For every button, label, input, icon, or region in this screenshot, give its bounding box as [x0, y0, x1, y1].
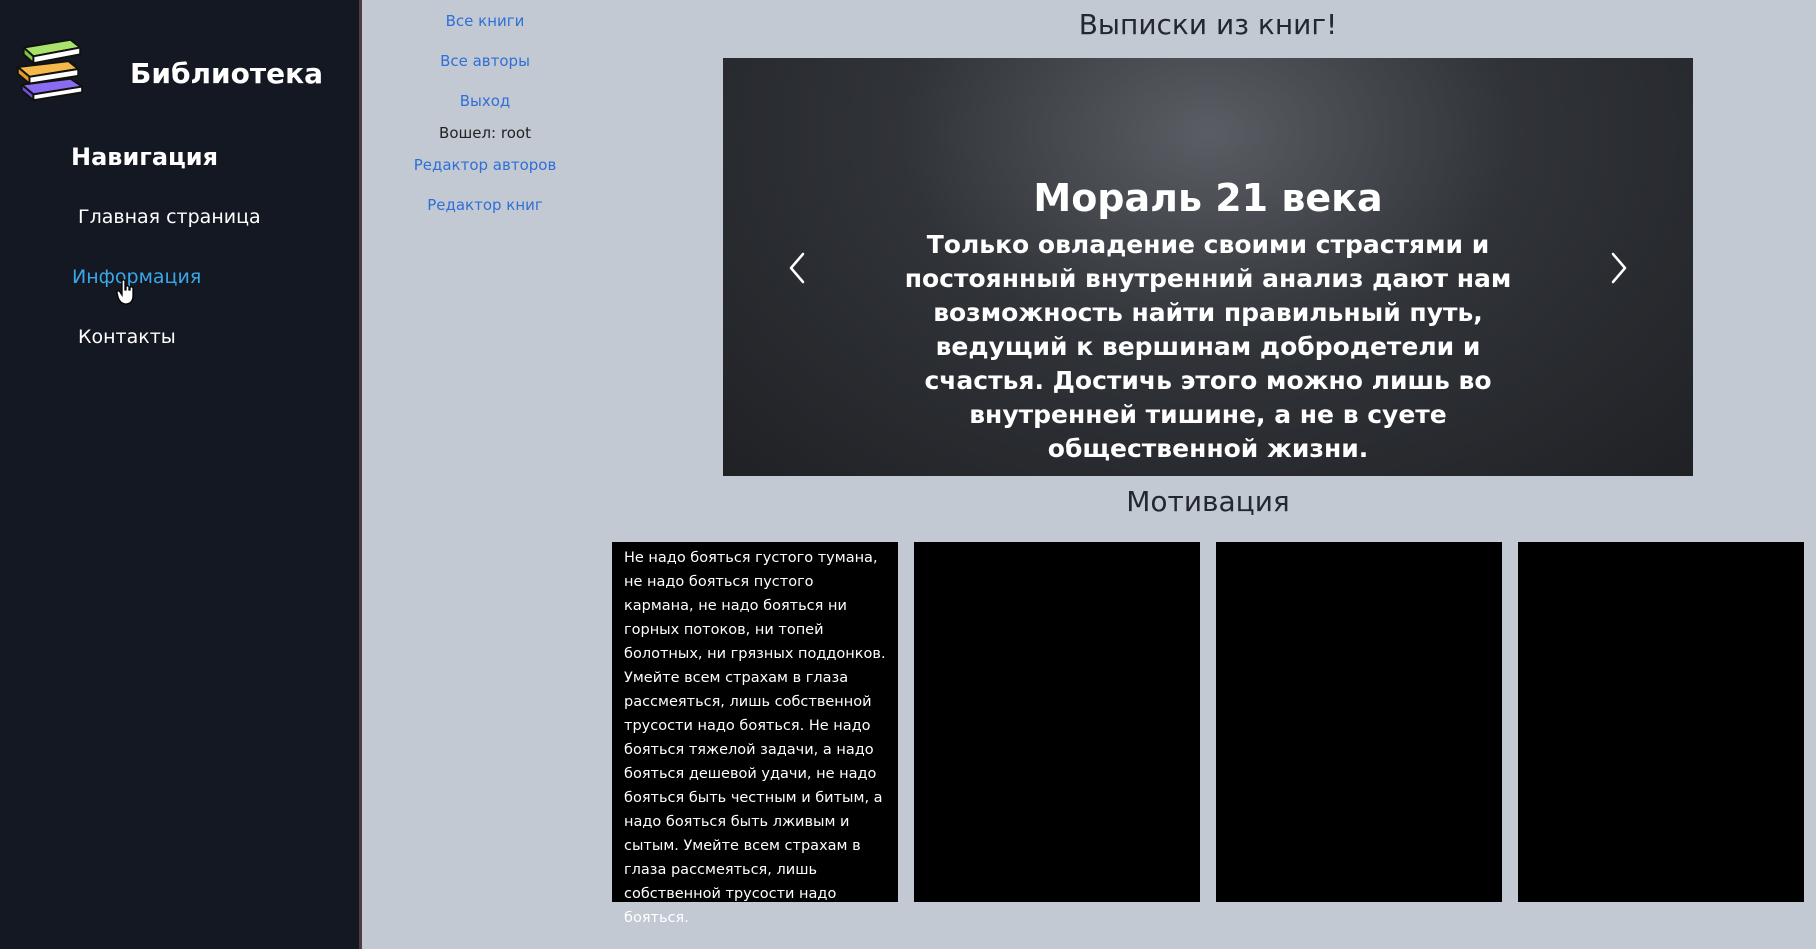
logout-link[interactable]: Выход: [400, 92, 570, 110]
nav-title: Навигация: [71, 143, 219, 171]
all-authors-link[interactable]: Все авторы: [400, 52, 570, 70]
carousel-text: Только овладение своими страстями и пост…: [904, 230, 1512, 463]
page-title: Выписки из книг!: [1078, 8, 1338, 41]
card-text: [914, 542, 1200, 546]
card-text: [1216, 542, 1502, 546]
nav-item-home[interactable]: Главная страница: [78, 206, 261, 228]
nav-item-contacts[interactable]: Контакты: [78, 326, 176, 348]
carousel-title: Мораль 21 века: [1033, 176, 1383, 220]
chevron-left-icon[interactable]: [785, 248, 809, 288]
motivation-card: Не надо бояться густого тумана, не надо …: [612, 542, 898, 926]
motivation-card: [1518, 542, 1804, 902]
nav-item-info[interactable]: Информация: [72, 266, 201, 288]
author-editor-link[interactable]: Редактор авторов: [400, 156, 570, 174]
books-stack-icon: [16, 38, 84, 102]
book-editor-link[interactable]: Редактор книг: [400, 196, 570, 214]
motivation-card: [1216, 542, 1502, 902]
logged-in-status: Вошел: root: [439, 124, 531, 142]
all-books-link[interactable]: Все книги: [400, 12, 570, 30]
card-text: [1518, 542, 1804, 546]
quote-carousel: Мораль 21 века Только овладение своими с…: [723, 58, 1693, 476]
sidebar: Библиотека Навигация Главная страница Ин…: [0, 0, 362, 949]
hand-pointer-icon: [116, 279, 134, 305]
card-text: Не надо бояться густого тумана, не надо …: [624, 550, 886, 926]
section-title: Мотивация: [1126, 485, 1290, 518]
brand-title: Библиотека: [130, 57, 323, 90]
chevron-right-icon[interactable]: [1607, 248, 1631, 288]
motivation-card: [914, 542, 1200, 902]
